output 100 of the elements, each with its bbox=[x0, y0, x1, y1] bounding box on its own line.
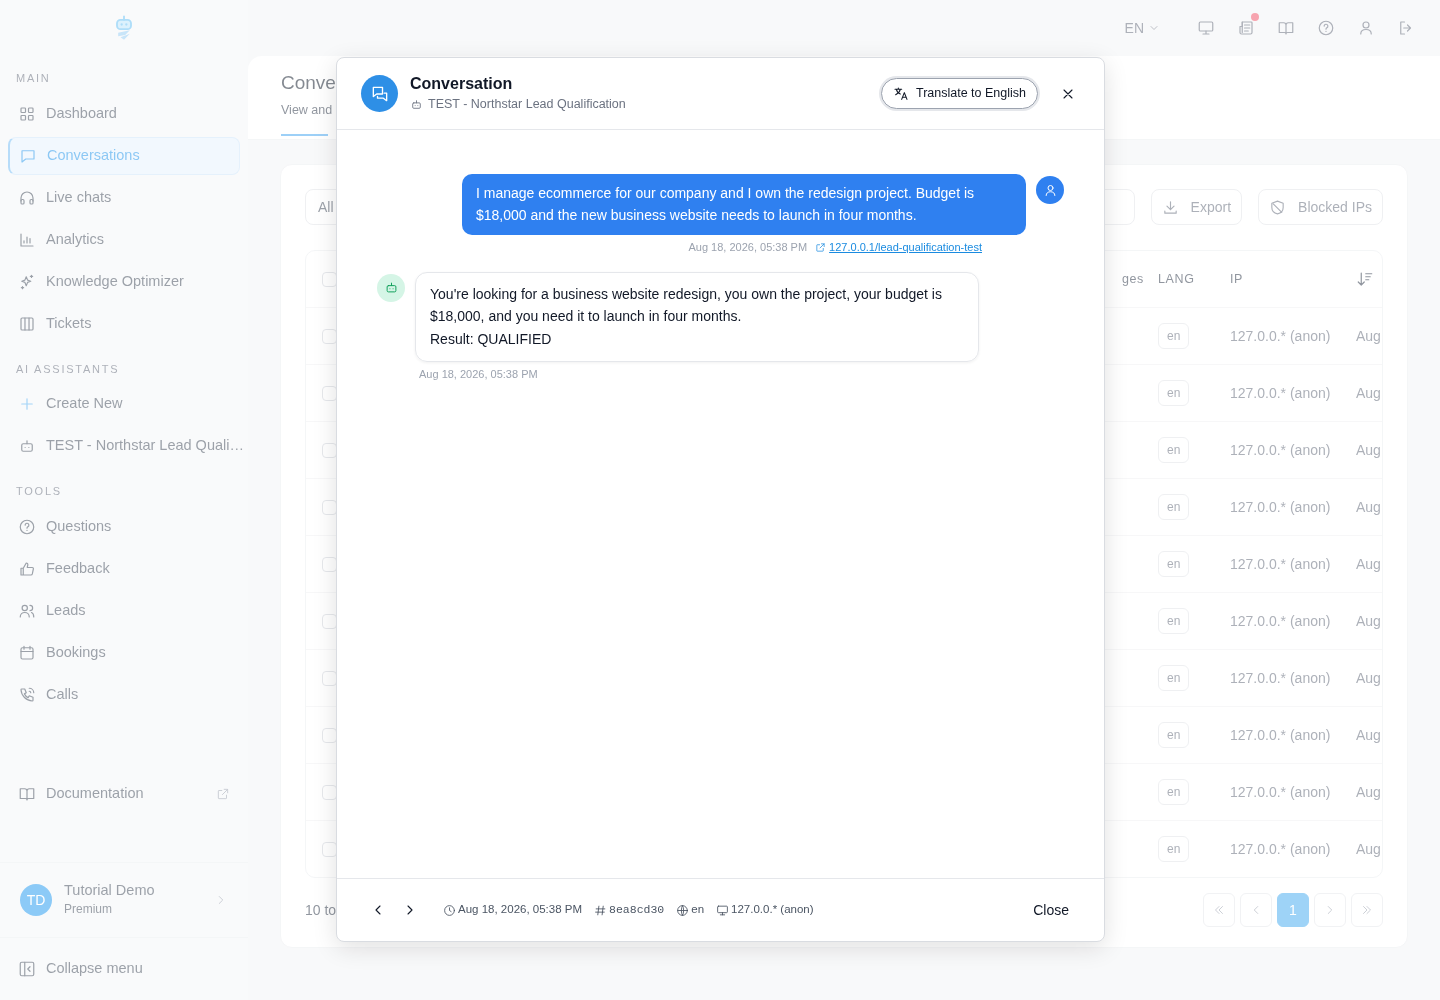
phone-icon bbox=[18, 685, 36, 704]
user-message: I manage ecommerce for our company and I own the redesign project. Budget is $18,000 and the new business website needs to launch in four months. bbox=[462, 174, 1026, 235]
thumbs-up-icon bbox=[18, 559, 36, 578]
pagination-summary: 10 to bbox=[305, 900, 337, 920]
sparkle-icon bbox=[18, 272, 36, 291]
collapse-panel-icon bbox=[18, 960, 36, 978]
table-cell: Aug bbox=[1356, 612, 1381, 629]
table-cell: Aug bbox=[1356, 726, 1381, 743]
first-page-button[interactable] bbox=[1203, 893, 1235, 927]
hash-icon bbox=[594, 903, 608, 917]
sidebar-item[interactable]: Create New bbox=[8, 385, 240, 423]
export-button[interactable]: Export bbox=[1150, 189, 1243, 225]
sidebar-item[interactable]: Knowledge Optimizer bbox=[8, 262, 240, 301]
double-chevron-right-icon bbox=[1360, 903, 1374, 917]
page-title: Conve bbox=[281, 72, 336, 95]
monitor-icon[interactable] bbox=[1197, 19, 1215, 37]
table-cell: 127.0.0.* (anon) bbox=[1230, 384, 1331, 401]
table-cell: Aug bbox=[1356, 840, 1381, 857]
message-time: Aug 18, 2026, 05:38 PM bbox=[419, 367, 538, 382]
book-icon[interactable] bbox=[1277, 19, 1295, 37]
user-icon[interactable] bbox=[1357, 19, 1375, 37]
last-page-button[interactable] bbox=[1351, 893, 1383, 927]
column-header: ges bbox=[1121, 271, 1144, 286]
language-tag: en bbox=[1158, 836, 1190, 862]
translate-icon bbox=[893, 85, 909, 102]
assistant-name: TEST - Northstar Lead Qualification bbox=[428, 95, 626, 113]
avatar: TD bbox=[20, 884, 52, 916]
table-cell: Aug bbox=[1356, 783, 1381, 800]
blocked-ips-button[interactable]: Blocked IPs bbox=[1258, 189, 1383, 225]
sidebar-item[interactable]: Calls bbox=[8, 675, 240, 714]
table-cell: 127.0.0.* (anon) bbox=[1230, 612, 1331, 629]
column-header: IP bbox=[1230, 271, 1244, 286]
shield-icon bbox=[1269, 198, 1287, 216]
help-icon bbox=[18, 517, 36, 536]
sidebar-item[interactable]: Dashboard bbox=[8, 94, 240, 133]
robot-icon bbox=[383, 280, 399, 295]
sidebar-item[interactable]: Tickets bbox=[8, 304, 240, 343]
table-cell: 127.0.0.* (anon) bbox=[1230, 840, 1331, 857]
robot-icon bbox=[410, 97, 423, 111]
globe-icon bbox=[676, 903, 690, 917]
newspaper-icon[interactable] bbox=[1237, 19, 1255, 37]
sidebar-item[interactable]: Analytics bbox=[8, 220, 240, 259]
sidebar-item[interactable]: Bookings bbox=[8, 633, 240, 672]
column-header: LANG bbox=[1158, 271, 1195, 286]
table-cell: 127.0.0.* (anon) bbox=[1230, 498, 1331, 515]
table-cell: Aug bbox=[1356, 669, 1381, 686]
sidebar-item[interactable]: Questions bbox=[8, 507, 240, 546]
conversation-language: en bbox=[691, 902, 705, 918]
table-cell: 127.0.0.* (anon) bbox=[1230, 441, 1331, 458]
documentation-link[interactable]: Documentation bbox=[8, 774, 240, 813]
double-chevron-left-icon bbox=[1212, 903, 1226, 917]
page-subtitle: View and bbox=[281, 102, 333, 119]
close-button[interactable]: Close bbox=[1022, 893, 1080, 927]
download-icon bbox=[1161, 198, 1179, 216]
table-cell: Aug bbox=[1356, 441, 1381, 458]
table-cell: 127.0.0.* (anon) bbox=[1230, 669, 1331, 686]
clock-icon bbox=[443, 903, 456, 917]
language-tag: en bbox=[1158, 380, 1190, 406]
collapse-menu-button[interactable]: Collapse menu bbox=[8, 950, 240, 988]
next-page-button[interactable] bbox=[1314, 893, 1346, 927]
bot-message: You're looking for a business website redesign, you own the project, your budget is $18,000, and you need it to launch in four months. Result: QUALIFIED bbox=[415, 271, 979, 362]
sidebar-item[interactable]: Conversations bbox=[8, 136, 240, 175]
source-link[interactable]: 127.0.0.1/lead-qualification-test bbox=[815, 239, 982, 256]
table-cell: 127.0.0.* (anon) bbox=[1230, 726, 1331, 743]
table-cell: 127.0.0.* (anon) bbox=[1230, 327, 1331, 344]
calendar-icon bbox=[18, 643, 36, 662]
section-heading: MAIN bbox=[15, 71, 52, 86]
language-tag: en bbox=[1158, 551, 1190, 577]
section-heading: AI ASSISTANTS bbox=[15, 361, 121, 377]
conversation-time: Aug 18, 2026, 05:38 PM bbox=[458, 902, 583, 918]
table-cell: Aug bbox=[1356, 555, 1381, 572]
page-button[interactable]: 1 bbox=[1277, 893, 1309, 927]
user-plan: Premium bbox=[64, 900, 113, 918]
message-time: Aug 18, 2026, 05:38 PM bbox=[688, 240, 808, 255]
visitor-ip: 127.0.0.* (anon) bbox=[731, 902, 814, 918]
sort-icon[interactable] bbox=[1356, 270, 1374, 288]
sidebar-item[interactable]: Leads bbox=[8, 591, 240, 630]
language-tag: en bbox=[1158, 665, 1190, 691]
language-selector[interactable]: EN bbox=[1118, 16, 1166, 40]
translate-button[interactable]: Translate to English bbox=[881, 78, 1038, 109]
language-tag: en bbox=[1158, 323, 1190, 349]
robot-icon bbox=[18, 437, 36, 455]
language-tag: en bbox=[1158, 608, 1190, 634]
table-cell: Aug bbox=[1356, 498, 1381, 515]
language-tag: en bbox=[1158, 494, 1190, 520]
table-cell: 127.0.0.* (anon) bbox=[1230, 783, 1331, 800]
conversation-id: 8ea8cd30 bbox=[609, 902, 665, 919]
user-icon bbox=[1042, 182, 1058, 198]
sidebar-item[interactable]: Live chats bbox=[8, 178, 240, 217]
previous-page-button[interactable] bbox=[1240, 893, 1272, 927]
help-icon[interactable] bbox=[1317, 19, 1335, 37]
external-link-icon bbox=[216, 786, 230, 801]
plus-icon bbox=[18, 395, 36, 413]
language-tag: en bbox=[1158, 779, 1190, 805]
sidebar-item[interactable]: TEST - Northstar Lead Quali… bbox=[8, 427, 240, 465]
section-heading: TOOLS bbox=[15, 484, 63, 499]
dialog-title: Conversation bbox=[410, 74, 513, 92]
tab-underline bbox=[281, 134, 328, 136]
sidebar-item[interactable]: Feedback bbox=[8, 549, 240, 588]
user-menu[interactable]: TD Tutorial Demo Premium bbox=[0, 862, 248, 938]
